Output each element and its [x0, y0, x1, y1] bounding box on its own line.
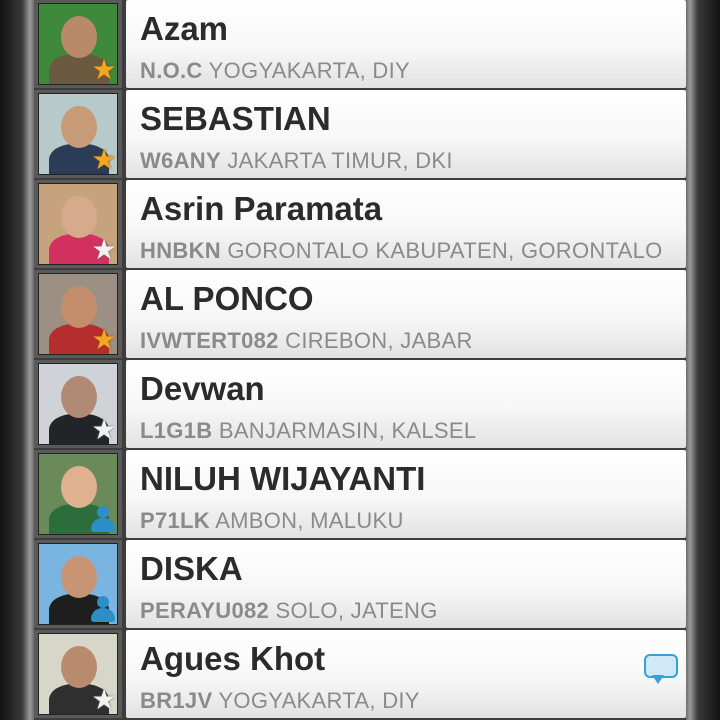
contact-row[interactable]: ★ SEBASTIAN W6ANY JAKARTA TIMUR, DKI [34, 90, 686, 178]
avatar-frame[interactable]: ★ [34, 360, 122, 448]
contact-location: YOGYAKARTA, DIY [218, 688, 420, 713]
contact-location: BANJARMASIN, KALSEL [218, 418, 477, 443]
contact-row[interactable]: ★ AL PONCO IVWTERT082 CIREBON, JABAR [34, 270, 686, 358]
avatar-frame[interactable]: ★ [34, 630, 122, 718]
contact-row[interactable]: DISKA PERAYU082 SOLO, JATENG [34, 540, 686, 628]
contact-code: IVWTERT082 [140, 328, 279, 353]
avatar-frame[interactable]: ★ [34, 0, 122, 88]
contact-code: P71LK [140, 508, 210, 533]
contact-info[interactable]: AL PONCO IVWTERT082 CIREBON, JABAR [126, 270, 686, 358]
person-icon [88, 594, 118, 624]
contact-subtitle: BR1JV YOGYAKARTA, DIY [140, 688, 420, 714]
contact-row[interactable]: ★ Asrin Paramata HNBKN GORONTALO KABUPATEN… [34, 180, 686, 268]
contact-location: GORONTALO KABUPATEN, GORONTALO [227, 238, 663, 263]
contact-info[interactable]: DISKA PERAYU082 SOLO, JATENG [126, 540, 686, 628]
contact-code: L1G1B [140, 418, 213, 443]
contact-code: W6ANY [140, 148, 221, 173]
avatar-frame[interactable] [34, 540, 122, 628]
contact-code: N.O.C [140, 58, 203, 83]
contact-subtitle: L1G1B BANJARMASIN, KALSEL [140, 418, 476, 444]
contact-name: SEBASTIAN [140, 100, 331, 137]
contact-name: AL PONCO [140, 280, 314, 317]
contact-list[interactable]: ★ ,★AzamN.O.C YOGYAKARTA, DIY★SEBASTIANW… [34, 0, 686, 720]
person-icon [88, 504, 118, 534]
contact-info[interactable]: Devwan L1G1B BANJARMASIN, KALSEL [126, 360, 686, 448]
avatar-frame[interactable]: ★ [34, 270, 122, 358]
contact-subtitle: N.O.C YOGYAKARTA, DIY [140, 58, 410, 84]
star-icon: ★ [91, 684, 117, 715]
contact-location: YOGYAKARTA, DIY [208, 58, 410, 83]
star-icon: ★ [91, 234, 117, 265]
contact-location: AMBON, MALUKU [215, 508, 404, 533]
contact-info[interactable]: SEBASTIAN W6ANY JAKARTA TIMUR, DKI [126, 90, 686, 178]
avatar-frame[interactable]: ★ [34, 90, 122, 178]
contact-name: Devwan [140, 370, 265, 407]
chat-bubble-icon[interactable] [644, 654, 678, 684]
contact-location: SOLO, JATENG [275, 598, 438, 623]
star-icon: ★ [91, 414, 117, 445]
contact-code: PERAYU082 [140, 598, 270, 623]
contact-list-screen: ★ ,★AzamN.O.C YOGYAKARTA, DIY★SEBASTIANW… [0, 0, 720, 720]
contact-location: CIREBON, JABAR [285, 328, 473, 353]
contact-name: DISKA [140, 550, 243, 587]
avatar-frame[interactable] [34, 450, 122, 538]
contact-info[interactable]: Agues Khot BR1JV YOGYAKARTA, DIY [126, 630, 686, 718]
contact-info[interactable]: NILUH WIJAYANTI P71LK AMBON, MALUKU [126, 450, 686, 538]
contact-row[interactable]: ★ Azam N.O.C YOGYAKARTA, DIY [34, 0, 686, 88]
contact-code: HNBKN [140, 238, 221, 263]
contact-name: Agues Khot [140, 640, 326, 677]
contact-info[interactable]: Azam N.O.C YOGYAKARTA, DIY [126, 0, 686, 88]
star-icon: ★ [91, 54, 117, 85]
contact-subtitle: W6ANY JAKARTA TIMUR, DKI [140, 148, 453, 174]
contact-subtitle: P71LK AMBON, MALUKU [140, 508, 404, 534]
star-icon: ★ [91, 144, 117, 175]
star-icon: ★ [91, 324, 117, 355]
contact-name: Azam [140, 10, 229, 47]
contact-row[interactable]: ★ Agues Khot BR1JV YOGYAKARTA, DIY [34, 630, 686, 718]
contact-name: Asrin Paramata [140, 190, 383, 227]
contact-name: NILUH WIJAYANTI [140, 460, 426, 497]
contact-row[interactable]: NILUH WIJAYANTI P71LK AMBON, MALUKU [34, 450, 686, 538]
contact-code: BR1JV [140, 688, 213, 713]
contact-location: JAKARTA TIMUR, DKI [227, 148, 453, 173]
contact-subtitle: HNBKN GORONTALO KABUPATEN, GORONTALO [140, 238, 663, 264]
contact-subtitle: PERAYU082 SOLO, JATENG [140, 598, 438, 624]
avatar-frame[interactable]: ★ [34, 180, 122, 268]
contact-row[interactable]: ★ Devwan L1G1B BANJARMASIN, KALSEL [34, 360, 686, 448]
contact-subtitle: IVWTERT082 CIREBON, JABAR [140, 328, 473, 354]
contact-info[interactable]: Asrin Paramata HNBKN GORONTALO KABUPATEN,… [126, 180, 686, 268]
